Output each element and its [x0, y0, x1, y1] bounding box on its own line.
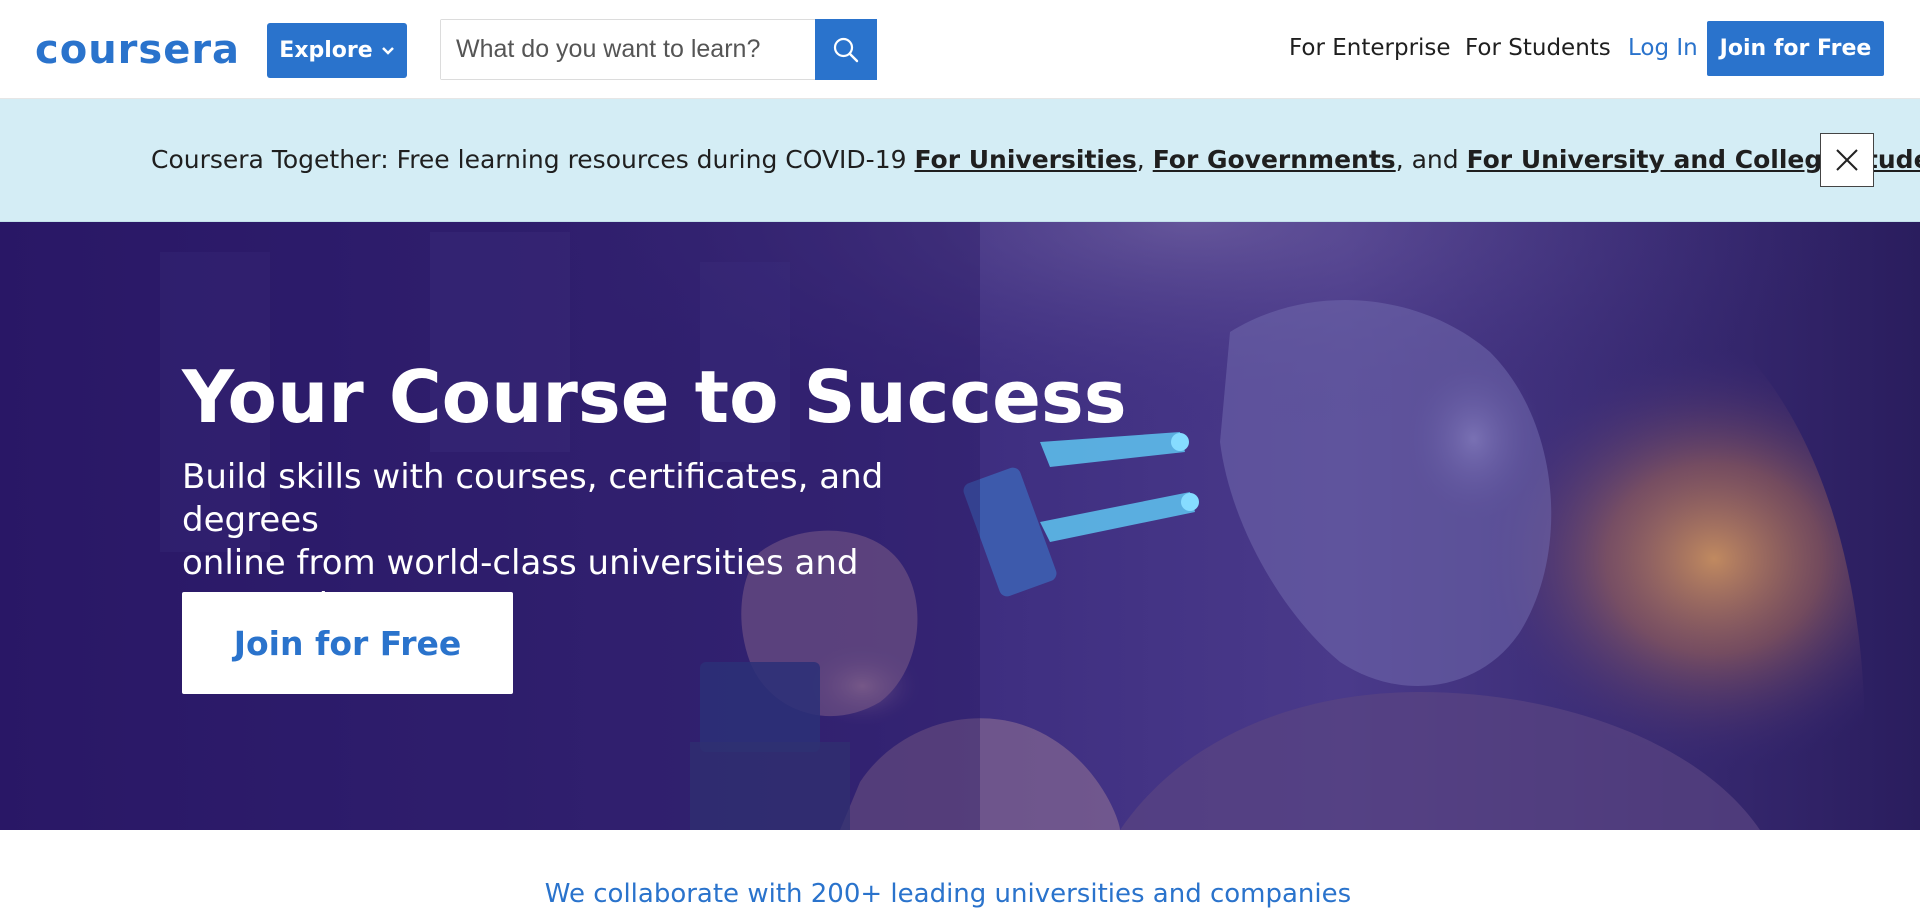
search-input[interactable] [441, 20, 815, 79]
banner-separator: , and [1395, 145, 1467, 174]
covid-banner: Coursera Together: Free learning resourc… [0, 99, 1920, 222]
search-bar [440, 19, 877, 80]
top-header: coursera Explore For Enterprise For Stud… [0, 0, 1920, 99]
hero-section: Your Course to Success Build skills with… [0, 222, 1920, 830]
explore-button[interactable]: Explore [267, 23, 407, 78]
chevron-down-icon [381, 46, 394, 55]
banner-separator: , [1136, 145, 1153, 174]
hero-title: Your Course to Success [182, 355, 1127, 439]
coursera-logo[interactable]: coursera [35, 28, 240, 72]
explore-label: Explore [279, 38, 373, 63]
banner-close-button[interactable] [1820, 133, 1874, 187]
search-icon [833, 37, 859, 62]
search-button[interactable] [815, 19, 877, 80]
join-free-hero-button[interactable]: Join for Free [182, 592, 513, 694]
login-link[interactable]: Log In [1628, 32, 1698, 64]
banner-prefix: Coursera Together: Free learning resourc… [151, 145, 915, 174]
collaboration-tagline: We collaborate with 200+ leading univers… [0, 876, 1920, 912]
hero-subtitle-line1: Build skills with courses, certificates,… [182, 457, 884, 540]
nav-for-students[interactable]: For Students [1465, 32, 1611, 64]
banner-text: Coursera Together: Free learning resourc… [151, 142, 1920, 178]
collaboration-text[interactable]: We collaborate with 200+ leading univers… [545, 879, 1351, 909]
banner-link-governments[interactable]: For Governments [1153, 145, 1396, 174]
join-free-header-button[interactable]: Join for Free [1707, 21, 1884, 76]
banner-link-universities[interactable]: For Universities [914, 145, 1136, 174]
close-icon [1836, 149, 1858, 171]
nav-for-enterprise[interactable]: For Enterprise [1289, 32, 1451, 64]
